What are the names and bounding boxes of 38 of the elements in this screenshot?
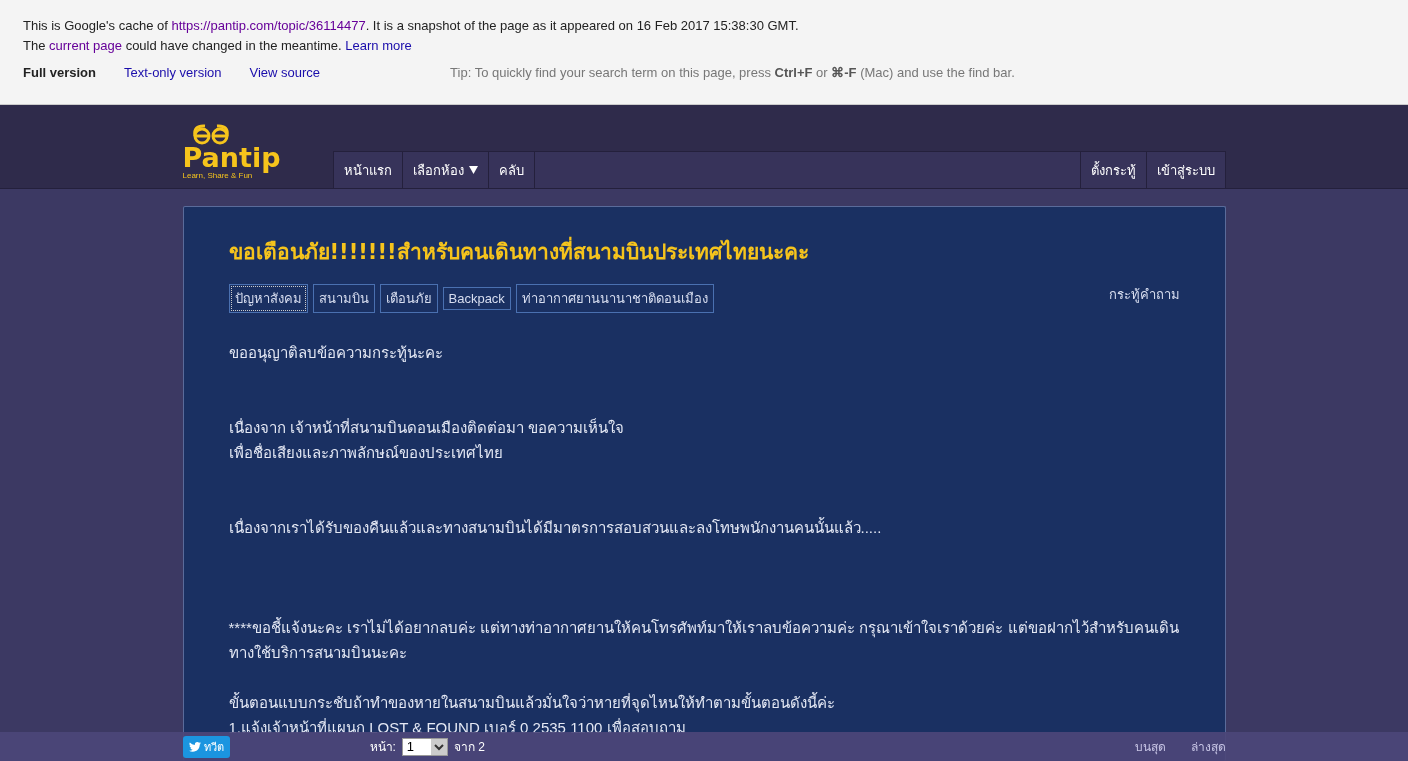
scroll-link[interactable]: บนสุด	[1134, 737, 1166, 756]
page-total: จาก 2	[453, 739, 485, 756]
caret-icon	[468, 166, 478, 174]
nav-item[interactable]: เข้าสู่ระบบ	[1145, 152, 1225, 188]
page-select[interactable]: 1	[401, 737, 448, 756]
cache-notice: This is Google's cache of https://pantip.com/topic/36114477. It is a snapshot of the page as it appeared on 16 Feb 2017 15:38:30 GMT.	[23, 17, 800, 35]
topic-title: ขอเตือนภัย!!!!!!!สำหรับคนเดินทางที่สนามบินประเทศไทยนะคะ	[228, 235, 1180, 268]
post-text: ****ขอชี้แจ้งนะคะ เราไม่ได้อยากลบค่ะ แต่ทางท่าอากาศยานให้คนโทรศัพท์มาให้เราลบข้อความค่ะ กรุณาเข้าใจเราด้วยค่ะ แต่ขอฝากไว้สำหรับคนเดินทางใช้บริการสนามบินนะคะ	[228, 616, 1180, 663]
post-text: ขั้นตอนแบบกระชับถ้าทำของหายในสนามบินแล้วมั่นใจว่าหายที่จุดไหนให้ทำตามขั้นตอนดังนี้ค่ะ	[228, 691, 836, 715]
learn-more-link[interactable]: Learn more	[345, 38, 412, 53]
version-link[interactable]: Full version	[23, 65, 96, 80]
post-text: ขออนุญาติลบข้อความกระทู้นะคะ	[228, 343, 444, 365]
tag-link[interactable]: ท่าอากาศยานนานาชาติดอนเมือง	[515, 284, 714, 313]
version-link[interactable]: View source	[249, 65, 321, 80]
nav-item[interactable]: หน้าแรก	[333, 152, 403, 188]
nav-item[interactable]: คลับ	[488, 152, 535, 188]
chevron-icon	[430, 738, 447, 755]
version-link[interactable]: Text-only version	[123, 65, 222, 80]
post-text: เพื่อชื่อเสียงและภาพลักษณ์ของประเทศไทย	[228, 442, 504, 463]
bird-icon	[188, 741, 201, 752]
nav-item[interactable]: ตั้งกระทู้	[1079, 152, 1146, 188]
current-page-link[interactable]: current page	[49, 38, 122, 53]
tag-link[interactable]: Backpack	[442, 287, 511, 310]
tip-text: Tip: To quickly find your search term on this page, press Ctrl+F or ⌘-F (Mac) and use the find bar.	[450, 65, 1015, 80]
post-text: เนื่องจาก เจ้าหน้าที่สนามบินดอนเมืองติดต่อมา ขอความเห็นใจ	[228, 417, 625, 438]
cache-notice: The current page could have changed in the meantime. Learn more	[23, 37, 413, 55]
tag-link[interactable]: สนามบิน	[312, 284, 375, 313]
post-text: เนื่องจากเราได้รับของคืนแล้วและทางสนามบินได้มีมาตรการสอบสวนและลงโทษพนักงานคนนั้นแล้ว.....	[228, 516, 883, 538]
page-label: หน้า:	[369, 739, 396, 756]
logo-tagline: Learn, Share & Fun	[182, 171, 253, 180]
scroll-link[interactable]: ล่างสุด	[1190, 737, 1226, 756]
tag-link[interactable]: ปัญหาสังคม	[228, 284, 308, 313]
nav-item[interactable]: เลือกห้อง	[402, 152, 489, 188]
topic-type: กระทู้คำถาม	[1108, 286, 1180, 305]
tag-link[interactable]: เตือนภัย	[379, 284, 438, 313]
cached-url-link[interactable]: https://pantip.com/topic/36114477	[171, 18, 366, 33]
logo-text[interactable]: Pantip	[182, 145, 281, 171]
post-text: 1.แจ้งเจ้าหน้าที่แผนก LOST & FOUND เบอร์ 0 2535 1100 เพื่อสอบถาม	[228, 717, 687, 738]
